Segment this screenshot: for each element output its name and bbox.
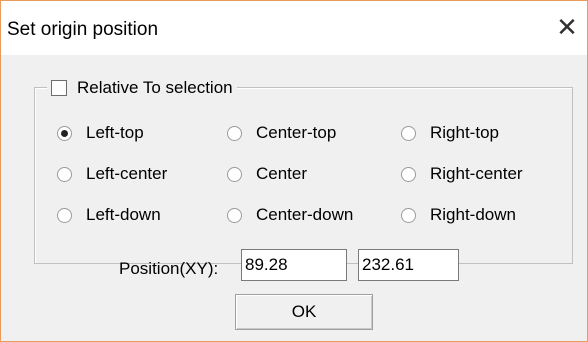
radio-label: Left-down [86,205,161,224]
radio-button[interactable] [57,207,72,223]
radio-button[interactable] [401,166,416,182]
radio-button[interactable] [227,125,242,141]
radio-label: Center-top [256,123,337,142]
radio-center-down[interactable]: Center-down [227,205,353,225]
close-icon[interactable]: ✕ [553,11,581,43]
relative-to-selection-checkbox[interactable]: Relative To selection [47,75,237,101]
radio-label: Right-down [430,205,516,224]
dialog-title: Set origin position [7,19,159,40]
position-label: Position(XY): [119,259,219,278]
radio-center-top[interactable]: Center-top [227,123,336,143]
relative-to-selection-label: Relative To selection [77,78,233,97]
radio-right-top[interactable]: Right-top [401,123,499,143]
radio-button[interactable] [57,166,72,182]
radio-label: Left-top [86,123,144,142]
position-y-input[interactable]: 232.61 [358,249,459,281]
radio-right-center[interactable]: Right-center [401,164,523,184]
radio-left-down[interactable]: Left-down [57,205,161,225]
radio-label: Right-center [430,164,523,183]
radio-label: Right-top [430,123,499,142]
radio-button[interactable] [227,207,242,223]
radio-left-center[interactable]: Left-center [57,164,167,184]
radio-button[interactable] [227,166,242,182]
title-bar: Set origin position ✕ [1,1,587,55]
radio-button[interactable] [401,207,416,223]
radio-center[interactable]: Center [227,164,307,184]
radio-button[interactable] [401,125,416,141]
radio-label: Center [256,164,308,183]
dialog-window: Set origin position ✕ Relative To select… [0,0,588,342]
radio-right-down[interactable]: Right-down [401,205,516,225]
radio-left-top[interactable]: Left-top [57,123,144,143]
ok-button[interactable]: OK [235,294,373,330]
radio-label: Left-center [86,164,168,183]
radio-button[interactable] [57,125,72,141]
position-x-input[interactable]: 89.28 [241,249,347,281]
checkbox-box[interactable] [51,80,67,96]
radio-label: Center-down [256,205,354,224]
